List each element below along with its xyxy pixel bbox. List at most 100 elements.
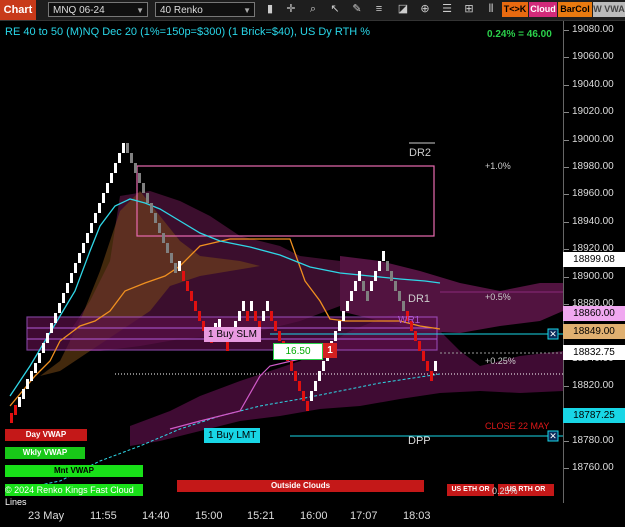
zoom-icon[interactable]: ⊕ [418,2,432,17]
renko-brick [270,311,273,321]
renko-brick [82,243,85,253]
instrument-selector[interactable]: MNQ 06-24 ▼ [48,2,148,17]
renko-brick [162,233,165,243]
time-tick: 15:21 [247,510,275,522]
renko-brick [62,293,65,303]
renko-brick [430,371,433,381]
renko-brick [350,291,353,301]
renko-brick [298,381,301,391]
percent-stats: 0.24% = 46.00 [487,29,552,40]
bar-type-value: 40 Renko [160,5,203,16]
renko-brick [18,397,21,407]
renko-brick [318,371,321,381]
renko-brick [38,353,41,363]
buy-slm-order[interactable]: 1 Buy SLM [204,327,261,342]
time-tick: 15:00 [195,510,223,522]
pointer-icon[interactable]: ↖ [328,2,342,17]
menu-icon[interactable]: ☰ [440,2,454,17]
day-vwap-label: Day VWAP [5,429,87,441]
renko-brick [366,291,369,301]
renko-brick [246,311,249,321]
magnifier-icon[interactable]: ⌕ [306,2,320,17]
renko-brick [394,281,397,291]
close-icon[interactable]: ✕ [548,431,558,441]
columns-icon[interactable]: ⦀ [484,2,498,17]
level-price-label: 18849.00 [563,324,625,339]
us-eth-or-label: US ETH OR [447,484,494,496]
renko-brick [386,261,389,271]
renko-brick [166,243,169,253]
vwap-button[interactable]: W VWA [593,2,625,17]
price-tick: 18980.00 [564,161,614,172]
renko-brick [146,193,149,203]
close-icon[interactable]: ✕ [548,329,558,339]
dr1-label: DR1 [408,293,431,305]
properties-icon[interactable]: ≡ [372,2,386,17]
renko-brick [334,331,337,341]
renko-brick [26,379,29,389]
renko-brick [54,313,57,323]
instrument-value: MNQ 06-24 [53,5,105,16]
time-tick: 14:40 [142,510,170,522]
renko-brick [194,301,197,311]
chart-canvas[interactable]: RE 40 to 50 (M)NQ Dec 20 (1%=150p=$300) … [0,21,625,527]
renko-brick [70,273,73,283]
renko-brick [242,301,245,311]
buy-lmt-order[interactable]: 1 Buy LMT [204,428,261,443]
renko-brick [266,301,269,311]
strategies-icon[interactable]: ◪ [396,2,410,17]
renko-brick [314,381,317,391]
cloud-button[interactable]: Cloud [529,2,557,17]
renko-brick [182,271,185,281]
time-tick: 23 May [28,510,65,522]
renko-brick [250,301,253,311]
renko-brick [106,183,109,193]
pencil-icon[interactable]: ✎ [350,2,364,17]
price-tick: 18960.00 [564,188,614,199]
renko-brick [198,311,201,321]
chart-menu-button[interactable]: Chart [0,0,36,20]
renko-brick [94,213,97,223]
buy-lmt-price-label: 18787.25 [563,408,625,423]
renko-brick [50,323,53,333]
renko-brick [278,331,281,341]
dpp-label: DPP [408,435,431,447]
price-tick: 19000.00 [564,134,614,145]
renko-brick [290,361,293,371]
renko-brick [378,261,381,271]
barcol-button[interactable]: BarCol [558,2,592,17]
renko-brick [130,153,133,163]
tk-button[interactable]: T<>K [502,2,528,17]
renko-brick [74,263,77,273]
last-price-label: 18832.75 [563,345,625,360]
renko-chart [9,142,563,490]
renko-brick [398,291,401,301]
renko-brick [30,371,33,381]
grid-icon[interactable]: ⊞ [462,2,476,17]
renko-brick [134,163,137,173]
time-tick: 17:07 [350,510,378,522]
time-tick: 18:03 [403,510,431,522]
renko-brick [374,271,377,281]
renko-brick [58,303,61,313]
renko-brick [254,311,257,321]
renko-brick [338,321,341,331]
renko-brick [34,363,37,373]
order-qty-box[interactable]: 1 [323,343,337,358]
dr2-label: DR2 [409,147,432,159]
renko-brick [122,143,125,153]
renko-brick [274,321,277,331]
renko-brick [142,183,145,193]
renko-brick [78,253,81,263]
time-tick: 11:55 [90,510,117,522]
renko-brick [42,343,45,353]
renko-brick [126,143,129,153]
crosshair-icon[interactable]: ✛ [284,2,298,17]
bar-type-selector[interactable]: 40 Renko ▼ [155,2,255,17]
order-price-box[interactable]: 16.50 [273,343,323,360]
renko-brick [302,391,305,401]
price-tick: 18760.00 [564,462,614,473]
renko-brick [170,253,173,263]
bar-chart-icon[interactable]: ▮ [263,2,277,17]
plus-05-label: +0.5% [485,292,511,302]
